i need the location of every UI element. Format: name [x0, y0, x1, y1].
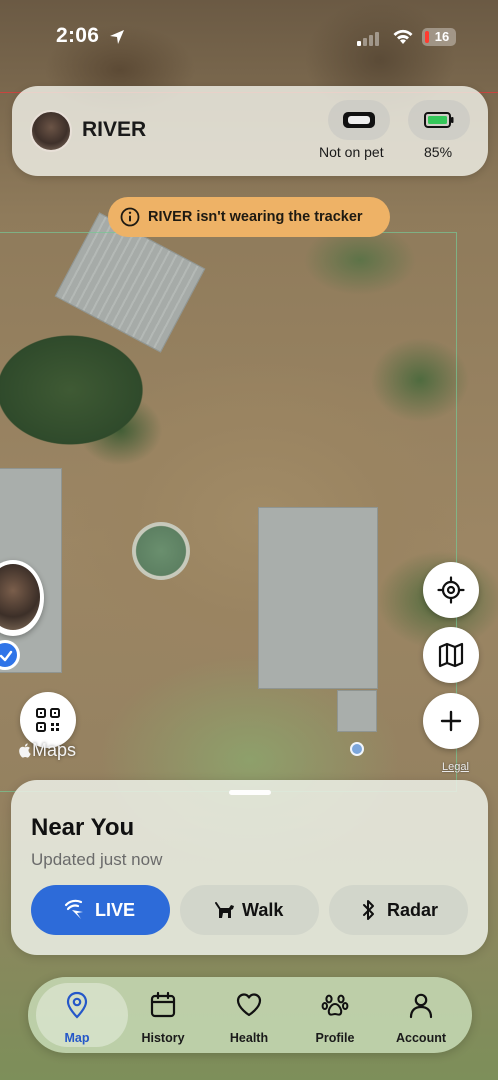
info-icon [120, 207, 140, 227]
legal-link[interactable]: Legal [442, 761, 469, 773]
pet-header-card[interactable]: RIVER Not on pet 85% [12, 86, 488, 176]
radar-mode-button[interactable]: Radar [329, 885, 468, 935]
tab-map[interactable]: Map [32, 977, 128, 1053]
clock: 2:06 [56, 24, 100, 47]
location-arrow-icon [110, 30, 124, 44]
live-mode-button[interactable]: LIVE [31, 885, 170, 935]
not-wearing-warning[interactable]: RIVER isn't wearing the tracker [108, 197, 390, 237]
checkmark-icon [0, 650, 13, 662]
pet-marker-photo [0, 564, 40, 630]
tracker-battery-button[interactable] [408, 100, 470, 140]
tab-health-label: Health [229, 1031, 269, 1045]
map-pin-icon [66, 991, 88, 1019]
user-location-dot [350, 742, 364, 756]
apple-logo-icon [19, 743, 31, 758]
sheet-subtitle: Updated just now [31, 850, 163, 869]
walk-mode-button[interactable]: Walk [180, 885, 319, 935]
battery-level: 16 [434, 29, 450, 44]
map-style-button[interactable] [423, 627, 479, 683]
paw-icon [321, 994, 349, 1016]
tab-account-label: Account [396, 1031, 446, 1045]
plus-icon [440, 710, 462, 732]
tab-account[interactable]: Account [376, 977, 466, 1053]
battery-indicator: 16 [422, 28, 456, 46]
pet-name: RIVER [82, 118, 147, 141]
recenter-button[interactable] [423, 562, 479, 618]
tracker-status-label: Not on pet [319, 144, 384, 160]
walk-mode-label: Walk [242, 900, 284, 920]
crosshair-icon [437, 576, 465, 604]
tab-map-label: Map [64, 1031, 90, 1045]
bluetooth-icon [363, 900, 374, 920]
tab-profile-label: Profile [315, 1031, 355, 1045]
tab-bar: Map History Health Profile Account [28, 977, 472, 1053]
tracker-status-button[interactable] [328, 100, 390, 140]
tab-history-label: History [141, 1031, 185, 1045]
folded-map-icon [438, 642, 464, 668]
tracker-battery-label: 85% [424, 144, 453, 160]
live-mode-label: LIVE [95, 900, 136, 920]
heart-icon [236, 993, 262, 1017]
dog-walk-icon [215, 902, 234, 918]
pet-avatar[interactable] [30, 110, 72, 152]
tab-history[interactable]: History [118, 977, 208, 1053]
qr-code-icon [36, 708, 60, 732]
maps-label: Maps [32, 740, 77, 760]
sheet-title: Near You [31, 814, 135, 841]
person-icon [409, 993, 433, 1019]
tab-profile[interactable]: Profile [290, 977, 380, 1053]
maps-attribution: Maps [18, 740, 76, 761]
cellular-signal-icon [357, 32, 379, 46]
warning-text: RIVER isn't wearing the tracker [148, 209, 363, 225]
wifi-icon [393, 29, 413, 44]
sheet-grabber[interactable] [229, 790, 271, 795]
calendar-icon [150, 991, 176, 1018]
near-you-sheet[interactable]: Near You Updated just now LIVE Walk Rada… [11, 780, 488, 955]
live-signal-icon [64, 899, 83, 919]
tracker-battery-icon [424, 112, 454, 128]
tab-health[interactable]: Health [204, 977, 294, 1053]
radar-mode-label: Radar [387, 900, 439, 920]
status-bar: 2:06 16 [0, 0, 498, 80]
tracker-device-icon [343, 112, 375, 128]
add-button[interactable] [423, 693, 479, 749]
